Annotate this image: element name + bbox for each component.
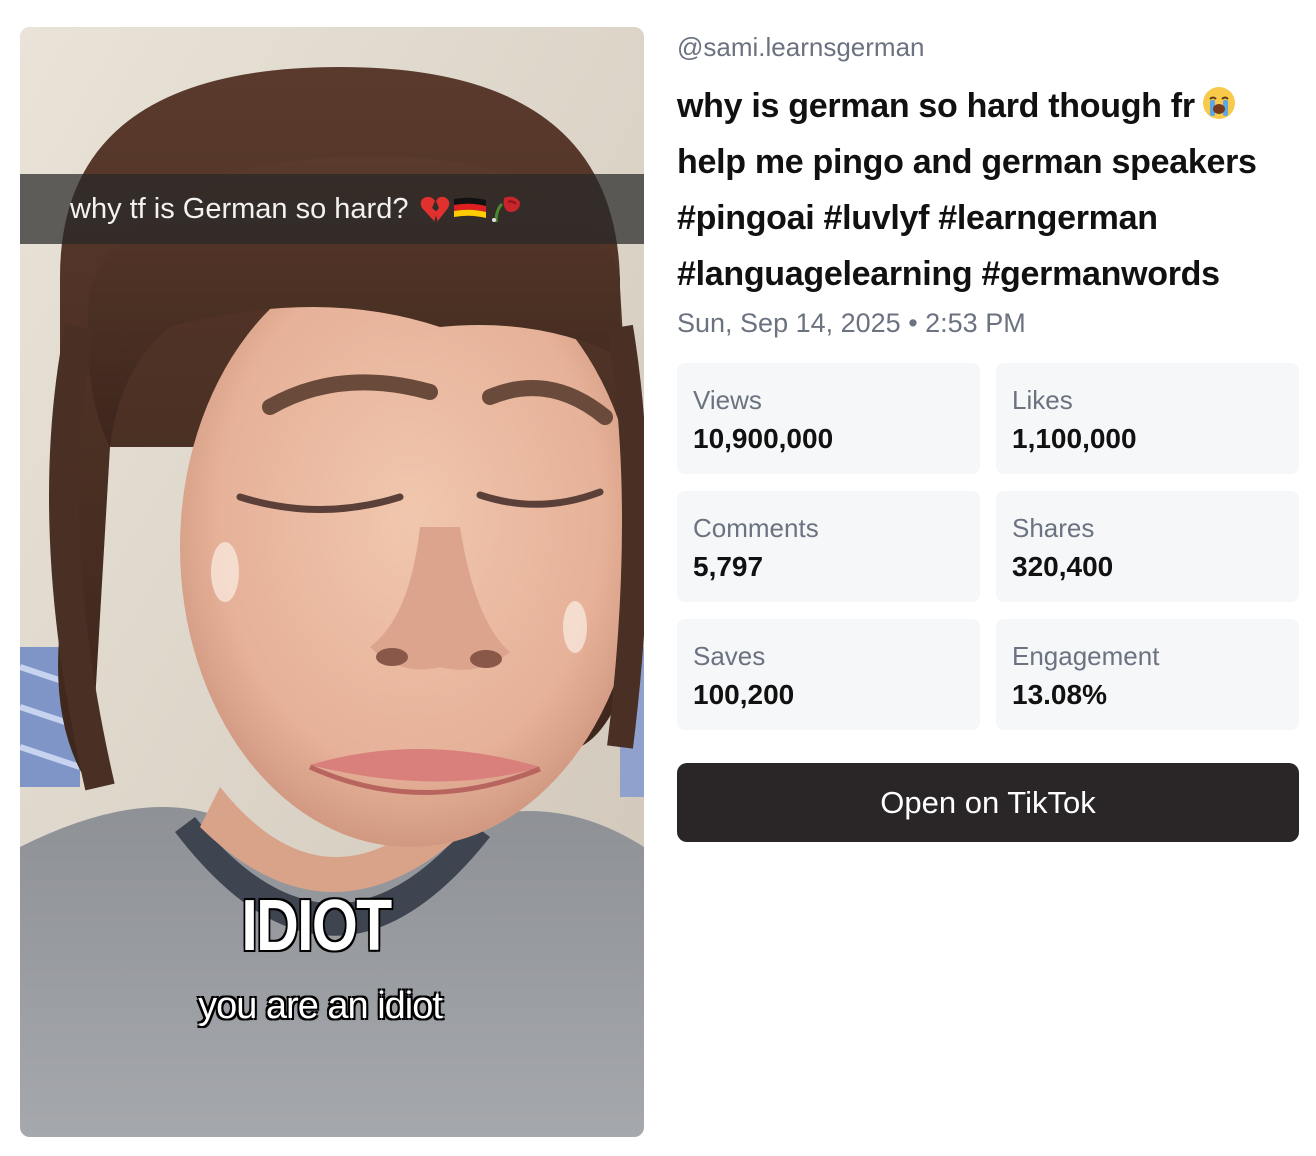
post-info-panel: @sami.learnsgerman why is german so hard… <box>677 30 1299 842</box>
author-handle[interactable]: @sami.learnsgerman <box>677 30 1299 64</box>
open-on-tiktok-button[interactable]: Open on TikTok <box>677 763 1299 842</box>
post-description: why is german so hard though fr help me … <box>677 78 1299 302</box>
stat-label: Engagement <box>1012 641 1160 671</box>
wilted-rose-icon <box>492 196 521 223</box>
loudly-crying-face-icon <box>1202 87 1235 119</box>
stat-label: Views <box>693 385 762 415</box>
description-line: why is german so hard though fr <box>677 78 1299 134</box>
stat-card-comments: Comments 5,797 <box>677 491 980 602</box>
stat-value: 10,900,000 <box>693 423 834 454</box>
video-thumbnail[interactable]: why tf is German so hard? IDIOT you are … <box>20 27 644 1137</box>
stat-value: 1,100,000 <box>1012 423 1137 454</box>
stat-card-saves: Saves 100,200 <box>677 619 980 730</box>
stat-value: 13.08% <box>1012 679 1107 710</box>
video-caption-text: why tf is German so hard? <box>70 192 409 225</box>
german-flag-icon <box>454 197 487 218</box>
description-hashtags-line[interactable]: #languagelearning #germanwords <box>677 246 1299 302</box>
description-hashtags-line[interactable]: #pingoai #luvlyf #learngerman <box>677 190 1299 246</box>
video-overlay-subtitle: you are an idiot <box>198 985 443 1027</box>
description-line-text: why is german so hard though fr <box>677 87 1195 125</box>
video-overlay-headline: IDIOT <box>240 885 393 968</box>
stat-card-views: Views 10,900,000 <box>677 363 980 474</box>
stat-card-engagement: Engagement 13.08% <box>996 619 1299 730</box>
caption-emoji-group <box>420 194 524 224</box>
stats-grid: Views 10,900,000 Likes 1,100,000 Comment… <box>677 363 1299 730</box>
stat-value: 320,400 <box>1012 551 1114 582</box>
description-line: help me pingo and german speakers <box>677 143 1257 181</box>
broken-heart-icon <box>421 196 450 222</box>
stat-value: 100,200 <box>693 679 795 710</box>
post-date: Sun, Sep 14, 2025 • 2:53 PM <box>677 308 1026 338</box>
stat-label: Shares <box>1012 513 1095 543</box>
stat-label: Likes <box>1012 385 1073 415</box>
stat-card-likes: Likes 1,100,000 <box>996 363 1299 474</box>
stat-label: Saves <box>693 641 766 671</box>
post-detail-view: why tf is German so hard? IDIOT you are … <box>0 0 1316 1156</box>
stat-label: Comments <box>693 513 819 543</box>
stat-value: 5,797 <box>693 551 764 582</box>
video-caption-bar: why tf is German so hard? <box>20 174 644 244</box>
stat-card-shares: Shares 320,400 <box>996 491 1299 602</box>
